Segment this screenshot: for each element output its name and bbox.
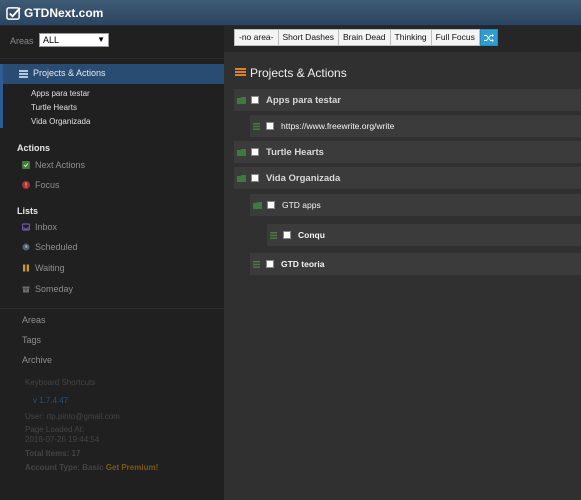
areas-label: Areas (10, 36, 34, 46)
action-checkbox[interactable] (266, 260, 274, 268)
project-title[interactable]: Vida Organizada (266, 173, 340, 184)
sidebar-item-tags[interactable]: Tags (22, 335, 41, 345)
action-checkbox[interactable] (283, 231, 291, 239)
action-row[interactable]: Conqu (267, 224, 581, 246)
action-title[interactable]: GTD teoria (281, 259, 324, 269)
action-row[interactable]: GTD teoria (250, 253, 581, 275)
sidebar-item-scheduled[interactable]: Scheduled (22, 241, 78, 253)
folder-icon (237, 148, 246, 156)
sidebar-item-focus[interactable]: Focus (22, 179, 60, 191)
action-checkbox[interactable] (266, 122, 274, 130)
page-title: Projects & Actions (235, 66, 347, 80)
sidebar-item-projects-actions[interactable]: Projects & Actions (3, 64, 224, 84)
area-select-value: ALL (43, 35, 60, 45)
project-title[interactable]: Apps para testar (266, 95, 341, 106)
clock-icon (22, 243, 30, 251)
divider (0, 58, 224, 59)
sidebar-item-inbox[interactable]: Inbox (22, 221, 57, 233)
account-type: Account Type: Basic Get Premium! (25, 463, 158, 472)
project-checkbox[interactable] (251, 174, 259, 182)
filter-no-area[interactable]: -no area- (234, 29, 279, 46)
main-content: -no area- Short Dashes Brain Dead Thinki… (224, 26, 581, 500)
brand-logo[interactable]: GTDNext.com (6, 5, 103, 21)
sidebar-item-areas[interactable]: Areas (22, 315, 46, 325)
sidebar-item-label: Inbox (35, 222, 58, 232)
filter-buttons: -no area- Short Dashes Brain Dead Thinki… (234, 29, 498, 46)
filter-brain-dead[interactable]: Brain Dead (339, 29, 391, 46)
area-select[interactable]: ALL ▼ (39, 33, 109, 47)
folder-open-icon (253, 201, 262, 209)
project-checkbox[interactable] (251, 96, 259, 104)
inbox-icon (22, 223, 30, 231)
areas-filter: Areas ALL ▼ (10, 33, 109, 48)
sidebar-project-apps-para-testar[interactable]: Apps para testar (31, 89, 90, 98)
top-bar: GTDNext.com (0, 0, 581, 26)
folder-open-icon (237, 96, 246, 104)
sidebar-item-label: Scheduled (35, 242, 78, 252)
lists-section-title: Lists (17, 206, 39, 216)
project-checkbox[interactable] (251, 148, 259, 156)
project-row[interactable]: Turtle Hearts (234, 141, 581, 163)
shuffle-icon (483, 33, 494, 42)
energy-filter-bar: -no area- Short Dashes Brain Dead Thinki… (224, 26, 581, 52)
next-actions-icon (22, 161, 30, 169)
list-icon (19, 70, 28, 78)
page-title-text: Projects & Actions (250, 66, 347, 80)
projects-nav-block: Projects & Actions Apps para testar Turt… (0, 64, 224, 128)
sidebar-item-label: Someday (35, 284, 74, 294)
action-title[interactable]: https://www.freewrite.org/write (281, 121, 394, 131)
focus-icon (22, 181, 30, 189)
account-type-text: Account Type: Basic (25, 463, 104, 472)
caret-down-icon: ▼ (97, 35, 105, 44)
list-icon (253, 260, 260, 268)
shuffle-button[interactable] (479, 29, 498, 46)
sidebar-item-someday[interactable]: Someday (22, 283, 73, 295)
filter-short-dashes[interactable]: Short Dashes (278, 29, 339, 46)
sidebar-item-label: Focus (35, 180, 60, 190)
sidebar-item-label: Projects & Actions (33, 68, 106, 78)
sidebar-item-next-actions[interactable]: Next Actions (22, 159, 85, 171)
sidebar-project-vida-organizada[interactable]: Vida Organizada (31, 117, 90, 126)
actions-section-title: Actions (17, 143, 51, 153)
action-row[interactable]: https://www.freewrite.org/write (250, 115, 581, 137)
archive-box-icon (22, 286, 30, 293)
page-loaded-label: Page Loaded At: (25, 425, 85, 434)
action-title[interactable]: Conqu (298, 230, 325, 240)
project-row[interactable]: Vida Organizada (234, 167, 581, 189)
list-icon (270, 231, 277, 239)
project-checkbox[interactable] (267, 201, 275, 209)
sidebar-item-label: Waiting (35, 263, 65, 273)
filter-full-focus[interactable]: Full Focus (431, 29, 480, 46)
gtd-logo-icon (6, 6, 21, 20)
sidebar: Areas ALL ▼ Projects & Actions Apps para… (0, 26, 224, 500)
get-premium-link[interactable]: Get Premium! (106, 463, 158, 472)
sidebar-project-turtle-hearts[interactable]: Turtle Hearts (31, 103, 77, 112)
sidebar-item-label: Next Actions (35, 160, 86, 170)
subproject-title[interactable]: GTD apps (282, 200, 321, 210)
keyboard-shortcuts-link[interactable]: Keyboard Shortcuts (25, 378, 95, 387)
list-icon (235, 68, 246, 78)
filter-thinking[interactable]: Thinking (390, 29, 432, 46)
version-text: v 1.7.4.47 (33, 396, 69, 405)
project-title[interactable]: Turtle Hearts (266, 147, 324, 158)
list-icon (253, 122, 260, 130)
subproject-row[interactable]: GTD apps (250, 194, 581, 216)
user-email: User: rtp.pinto@gmail.com (25, 412, 120, 421)
sidebar-item-waiting[interactable]: Waiting (22, 262, 65, 274)
page-loaded-value: 2016-07-26 19:44:54 (25, 435, 100, 444)
sidebar-item-archive[interactable]: Archive (22, 355, 52, 365)
project-row[interactable]: Apps para testar (234, 89, 581, 111)
brand-name: GTDNext.com (24, 6, 104, 20)
total-items: Total Items: 17 (25, 449, 81, 458)
divider (0, 308, 224, 309)
pause-icon (23, 264, 29, 272)
folder-open-icon (237, 174, 246, 182)
